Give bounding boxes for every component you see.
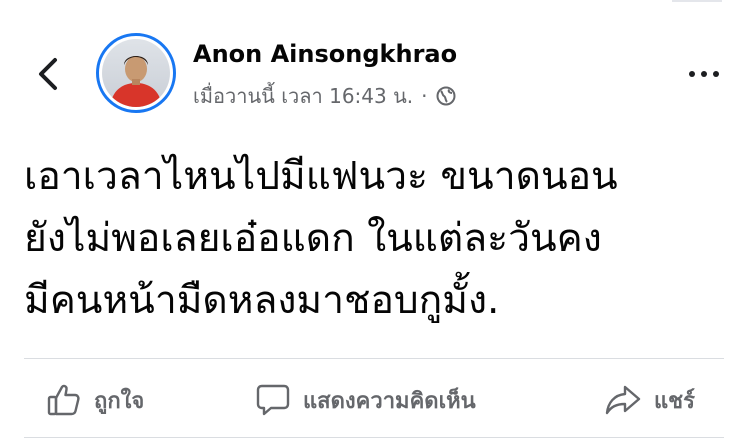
- globe-icon: [436, 86, 455, 106]
- avatar: [102, 39, 170, 107]
- chevron-left-icon: [39, 58, 57, 90]
- share-button[interactable]: แชร์: [604, 378, 695, 422]
- post-text-line: มีคนหน้ามืดหลงมาชอบกูมั้ง.: [24, 278, 500, 323]
- bottom-divider: [24, 437, 724, 438]
- post-text-line: เอาเวลาไหนไปมีแฟนวะ ขนาดนอน: [24, 154, 618, 199]
- post-timestamp[interactable]: เมื่อวานนี้ เวลา 16:43 น.: [193, 80, 413, 112]
- back-button[interactable]: [26, 52, 70, 96]
- comment-bubble-icon: [256, 384, 290, 416]
- thumbs-up-icon: [47, 384, 80, 416]
- like-label: ถูกใจ: [94, 388, 145, 414]
- post-text-line: ยังไม่พอเลยเอ๋อแดก ในแต่ละวันคง: [24, 216, 602, 261]
- actions-divider: [24, 358, 724, 359]
- top-divider: [672, 0, 722, 2]
- post-body: เอาเวลาไหนไปมีแฟนวะ ขนาดนอน ยังไม่พอเลยเ…: [24, 146, 724, 332]
- meta-separator: ·: [421, 84, 428, 108]
- share-label: แชร์: [654, 388, 695, 414]
- comment-label: แสดงความคิดเห็น: [303, 388, 476, 414]
- more-options-button[interactable]: [680, 62, 728, 86]
- like-button[interactable]: ถูกใจ: [46, 378, 144, 422]
- author-name[interactable]: Anon Ainsongkhrao: [193, 40, 457, 68]
- share-arrow-icon: [605, 385, 641, 415]
- comment-button[interactable]: แสดงความคิดเห็น: [255, 378, 476, 422]
- author-avatar[interactable]: [96, 33, 176, 113]
- post-meta: เมื่อวานนี้ เวลา 16:43 น. ·: [193, 80, 456, 112]
- more-options-icon: [689, 71, 695, 77]
